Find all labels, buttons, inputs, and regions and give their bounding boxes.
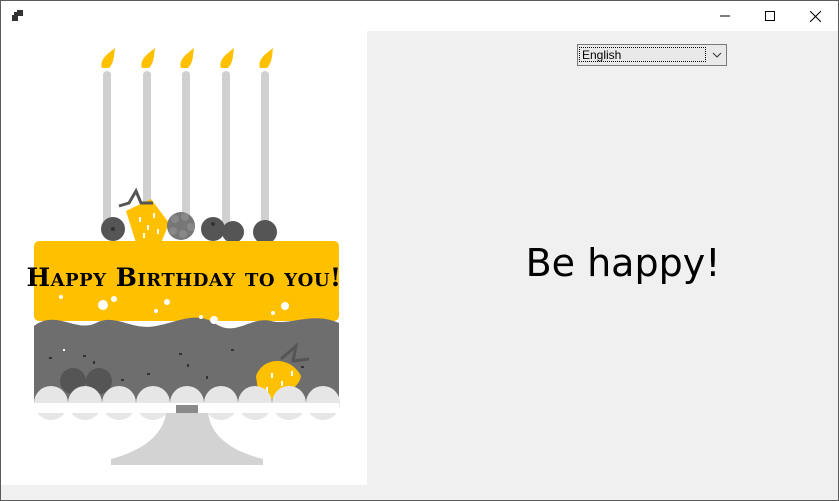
flames: [101, 48, 273, 68]
close-button[interactable]: [792, 1, 838, 31]
message-label: Be happy!: [525, 241, 721, 285]
language-select-value: English: [579, 47, 706, 62]
minimize-icon: [720, 15, 730, 17]
minimize-button[interactable]: [702, 1, 748, 31]
language-select[interactable]: English: [577, 44, 727, 66]
chevron-down-icon[interactable]: [712, 50, 722, 60]
app-window: Happy Birthday to you! English Be happy!: [0, 0, 839, 501]
maximize-button[interactable]: [747, 1, 793, 31]
close-icon: [809, 10, 821, 22]
cake-stand: [111, 405, 263, 465]
greeting-text: Happy Birthday to you!: [26, 263, 342, 292]
title-bar[interactable]: [1, 1, 838, 31]
app-icon: [12, 10, 23, 21]
maximize-icon: [765, 11, 775, 21]
birthday-cake-icon: [34, 48, 340, 465]
cake-picture-box: Happy Birthday to you!: [1, 31, 367, 485]
